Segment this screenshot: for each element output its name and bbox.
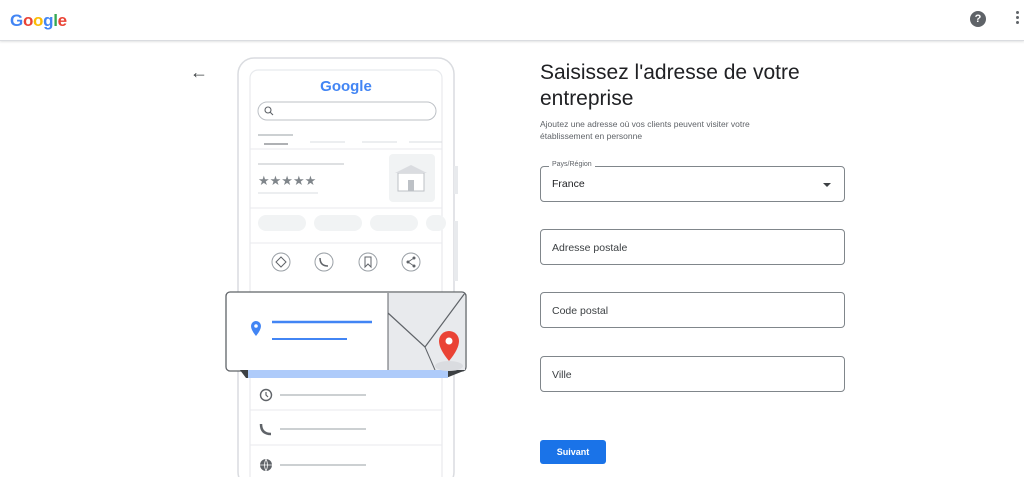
- directions-icon: [271, 252, 291, 272]
- illustration-rating-stars: ★★★★★: [258, 174, 316, 189]
- illustration-google-logo: Google: [320, 78, 372, 95]
- dropdown-arrow-icon: [823, 183, 831, 187]
- subtitle-line: Ajoutez une adresse où vos clients peuve…: [540, 119, 750, 129]
- logo-letter: G: [10, 11, 23, 30]
- city-placeholder: Ville: [552, 369, 572, 381]
- globe-icon: [260, 458, 272, 472]
- business-profile-illustration: Google ★★★★★: [220, 56, 480, 482]
- share-icon: [401, 252, 421, 272]
- street-address-placeholder: Adresse postale: [552, 242, 628, 254]
- arrow-left-icon[interactable]: ←: [190, 63, 208, 81]
- postal-code-field[interactable]: Code postal: [540, 292, 845, 328]
- country-value: France: [552, 178, 585, 190]
- logo-letter: g: [43, 11, 54, 30]
- help-circle-icon[interactable]: ?: [970, 11, 986, 27]
- logo-letter: e: [57, 11, 67, 30]
- illustration-search-bar: [257, 101, 437, 121]
- bookmark-icon: [358, 252, 378, 272]
- postal-code-placeholder: Code postal: [552, 305, 609, 317]
- google-logo[interactable]: Google: [10, 11, 67, 31]
- next-button[interactable]: Suivant: [540, 440, 606, 464]
- top-bar: Google ?: [0, 0, 1024, 41]
- logo-letter: o: [22, 11, 34, 30]
- country-select[interactable]: Pays/Région France: [540, 161, 845, 202]
- logo-letter: o: [33, 11, 44, 30]
- phone-icon: [314, 252, 334, 272]
- city-field[interactable]: Ville: [540, 356, 845, 392]
- subtitle-line: établissement en personne: [540, 131, 643, 141]
- street-address-field[interactable]: Adresse postale: [540, 229, 845, 265]
- country-label: Pays/Région: [549, 161, 595, 168]
- page-title: Saisissez l'adresse de votre entreprise: [540, 61, 800, 110]
- page-subtitle: Ajoutez une adresse où vos clients peuve…: [540, 118, 840, 142]
- more-vert-icon[interactable]: [1016, 11, 1020, 27]
